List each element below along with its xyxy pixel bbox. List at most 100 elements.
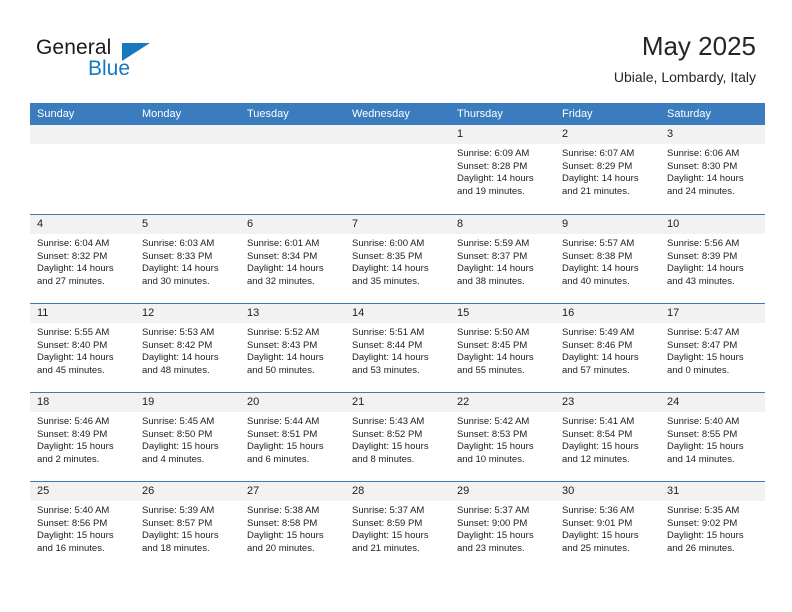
day-cell[interactable]: 6 Sunrise: 6:01 AM Sunset: 8:34 PM Daylight… <box>240 215 345 303</box>
day-cell[interactable]: 22 Sunrise: 5:42 AM Sunset: 8:53 PM Dayligh… <box>450 393 555 481</box>
day-cell[interactable]: 26 Sunrise: 5:39 AM Sunset: 8:57 PM Dayligh… <box>135 482 240 570</box>
day-cell[interactable]: 13 Sunrise: 5:52 AM Sunset: 8:43 PM Dayligh… <box>240 304 345 392</box>
sunrise-text: Sunrise: 6:01 AM <box>247 238 320 249</box>
sunset-text: Sunset: 9:00 PM <box>457 517 528 529</box>
sunset-text: Sunset: 8:28 PM <box>457 160 528 172</box>
day-cell[interactable]: 14 Sunrise: 5:51 AM Sunset: 8:44 PM Dayligh… <box>345 304 450 392</box>
daylight-text-line2: and 21 minutes. <box>352 542 420 554</box>
week-row: 11 Sunrise: 5:55 AM Sunset: 8:40 PM Dayligh… <box>30 303 765 392</box>
sunrise-text: Sunrise: 5:52 AM <box>247 327 320 338</box>
day-cell[interactable]: 23 Sunrise: 5:41 AM Sunset: 8:54 PM Dayligh… <box>555 393 660 481</box>
daylight-text-line1: Daylight: 14 hours <box>37 352 114 364</box>
day-cell[interactable]: 29 Sunrise: 5:37 AM Sunset: 9:00 PM Dayligh… <box>450 482 555 570</box>
daylight-text-line2: and 30 minutes. <box>142 275 210 287</box>
day-cell[interactable]: 12 Sunrise: 5:53 AM Sunset: 8:42 PM Dayligh… <box>135 304 240 392</box>
daylight-text-line2: and 23 minutes. <box>457 542 525 554</box>
day-cell[interactable]: 5 Sunrise: 6:03 AM Sunset: 8:33 PM Daylight… <box>135 215 240 303</box>
day-cell[interactable]: 2 Sunrise: 6:07 AM Sunset: 8:29 PM Daylight… <box>555 125 660 214</box>
daylight-text-line1: Daylight: 15 hours <box>457 441 534 453</box>
weekday-header-friday: Friday <box>562 108 593 120</box>
day-cell-empty <box>345 125 450 214</box>
day-cell[interactable]: 1 Sunrise: 6:09 AM Sunset: 8:28 PM Daylight… <box>450 125 555 214</box>
sunset-text: Sunset: 8:40 PM <box>37 339 108 351</box>
day-sun-info: Sunrise: 6:04 AM Sunset: 8:32 PM Daylight:… <box>30 234 135 288</box>
daylight-text-line2: and 0 minutes. <box>667 364 730 376</box>
sunset-text: Sunset: 8:56 PM <box>37 517 108 529</box>
daylight-text-line2: and 38 minutes. <box>457 275 525 287</box>
sunrise-text: Sunrise: 5:47 AM <box>667 327 740 338</box>
day-number: 25 <box>30 482 135 501</box>
sunrise-text: Sunrise: 5:36 AM <box>562 505 635 516</box>
day-sun-info: Sunrise: 5:51 AM Sunset: 8:44 PM Daylight:… <box>345 323 450 377</box>
sunrise-text: Sunrise: 5:43 AM <box>352 416 425 427</box>
day-cell[interactable]: 20 Sunrise: 5:44 AM Sunset: 8:51 PM Dayligh… <box>240 393 345 481</box>
day-sun-info: Sunrise: 5:53 AM Sunset: 8:42 PM Daylight:… <box>135 323 240 377</box>
sunset-text: Sunset: 8:43 PM <box>247 339 318 351</box>
sunset-text: Sunset: 8:30 PM <box>667 160 738 172</box>
general-blue-logo[interactable]: General Blue <box>36 36 166 82</box>
daylight-text-line1: Daylight: 15 hours <box>247 441 324 453</box>
day-cell[interactable]: 8 Sunrise: 5:59 AM Sunset: 8:37 PM Daylight… <box>450 215 555 303</box>
day-number: 6 <box>240 215 345 234</box>
daylight-text-line1: Daylight: 14 hours <box>247 263 324 275</box>
sunset-text: Sunset: 8:39 PM <box>667 250 738 262</box>
daylight-text-line1: Daylight: 14 hours <box>457 352 534 364</box>
weekday-header-thursday: Thursday <box>457 108 503 120</box>
day-cell[interactable]: 15 Sunrise: 5:50 AM Sunset: 8:45 PM Dayligh… <box>450 304 555 392</box>
daylight-text-line1: Daylight: 14 hours <box>352 263 429 275</box>
sunrise-text: Sunrise: 5:42 AM <box>457 416 530 427</box>
day-number: 15 <box>450 304 555 323</box>
day-cell[interactable]: 11 Sunrise: 5:55 AM Sunset: 8:40 PM Dayligh… <box>30 304 135 392</box>
daylight-text-line2: and 16 minutes. <box>37 542 105 554</box>
day-number <box>345 125 450 144</box>
day-cell[interactable]: 7 Sunrise: 6:00 AM Sunset: 8:35 PM Daylight… <box>345 215 450 303</box>
sunrise-text: Sunrise: 5:50 AM <box>457 327 530 338</box>
day-sun-info: Sunrise: 5:47 AM Sunset: 8:47 PM Daylight:… <box>660 323 765 377</box>
day-number: 5 <box>135 215 240 234</box>
daylight-text-line1: Daylight: 14 hours <box>667 173 744 185</box>
day-cell[interactable]: 19 Sunrise: 5:45 AM Sunset: 8:50 PM Dayligh… <box>135 393 240 481</box>
daylight-text-line1: Daylight: 14 hours <box>562 352 639 364</box>
daylight-text-line2: and 50 minutes. <box>247 364 315 376</box>
day-cell[interactable]: 24 Sunrise: 5:40 AM Sunset: 8:55 PM Dayligh… <box>660 393 765 481</box>
sunrise-text: Sunrise: 6:03 AM <box>142 238 215 249</box>
day-cell[interactable]: 16 Sunrise: 5:49 AM Sunset: 8:46 PM Dayligh… <box>555 304 660 392</box>
page-header: General Blue May 2025 Ubiale, Lombardy, … <box>0 0 792 100</box>
daylight-text-line2: and 21 minutes. <box>562 185 630 197</box>
daylight-text-line2: and 35 minutes. <box>352 275 420 287</box>
day-cell[interactable]: 31 Sunrise: 5:35 AM Sunset: 9:02 PM Dayligh… <box>660 482 765 570</box>
sunrise-text: Sunrise: 5:53 AM <box>142 327 215 338</box>
day-sun-info: Sunrise: 5:59 AM Sunset: 8:37 PM Daylight:… <box>450 234 555 288</box>
sunrise-text: Sunrise: 5:40 AM <box>37 505 110 516</box>
weekday-header-saturday: Saturday <box>667 108 712 120</box>
day-number: 2 <box>555 125 660 144</box>
day-sun-info: Sunrise: 5:52 AM Sunset: 8:43 PM Daylight:… <box>240 323 345 377</box>
day-cell[interactable]: 10 Sunrise: 5:56 AM Sunset: 8:39 PM Dayligh… <box>660 215 765 303</box>
day-cell[interactable]: 4 Sunrise: 6:04 AM Sunset: 8:32 PM Daylight… <box>30 215 135 303</box>
day-cell-empty <box>240 125 345 214</box>
daylight-text-line2: and 12 minutes. <box>562 453 630 465</box>
daylight-text-line1: Daylight: 15 hours <box>457 530 534 542</box>
day-cell[interactable]: 27 Sunrise: 5:38 AM Sunset: 8:58 PM Dayligh… <box>240 482 345 570</box>
day-cell[interactable]: 28 Sunrise: 5:37 AM Sunset: 8:59 PM Dayligh… <box>345 482 450 570</box>
sunset-text: Sunset: 8:59 PM <box>352 517 423 529</box>
daylight-text-line1: Daylight: 15 hours <box>562 441 639 453</box>
sunrise-text: Sunrise: 5:51 AM <box>352 327 425 338</box>
sunset-text: Sunset: 8:45 PM <box>457 339 528 351</box>
sunrise-text: Sunrise: 6:06 AM <box>667 148 740 159</box>
daylight-text-line2: and 25 minutes. <box>562 542 630 554</box>
sunrise-text: Sunrise: 5:56 AM <box>667 238 740 249</box>
day-cell[interactable]: 18 Sunrise: 5:46 AM Sunset: 8:49 PM Dayligh… <box>30 393 135 481</box>
daylight-text-line2: and 32 minutes. <box>247 275 315 287</box>
day-number: 27 <box>240 482 345 501</box>
sunset-text: Sunset: 8:51 PM <box>247 428 318 440</box>
day-cell[interactable]: 30 Sunrise: 5:36 AM Sunset: 9:01 PM Dayligh… <box>555 482 660 570</box>
day-cell[interactable]: 21 Sunrise: 5:43 AM Sunset: 8:52 PM Dayligh… <box>345 393 450 481</box>
day-cell[interactable]: 3 Sunrise: 6:06 AM Sunset: 8:30 PM Daylight… <box>660 125 765 214</box>
daylight-text-line2: and 14 minutes. <box>667 453 735 465</box>
daylight-text-line1: Daylight: 14 hours <box>667 263 744 275</box>
daylight-text-line2: and 26 minutes. <box>667 542 735 554</box>
day-cell[interactable]: 25 Sunrise: 5:40 AM Sunset: 8:56 PM Dayligh… <box>30 482 135 570</box>
day-cell[interactable]: 17 Sunrise: 5:47 AM Sunset: 8:47 PM Dayligh… <box>660 304 765 392</box>
day-cell[interactable]: 9 Sunrise: 5:57 AM Sunset: 8:38 PM Daylight… <box>555 215 660 303</box>
